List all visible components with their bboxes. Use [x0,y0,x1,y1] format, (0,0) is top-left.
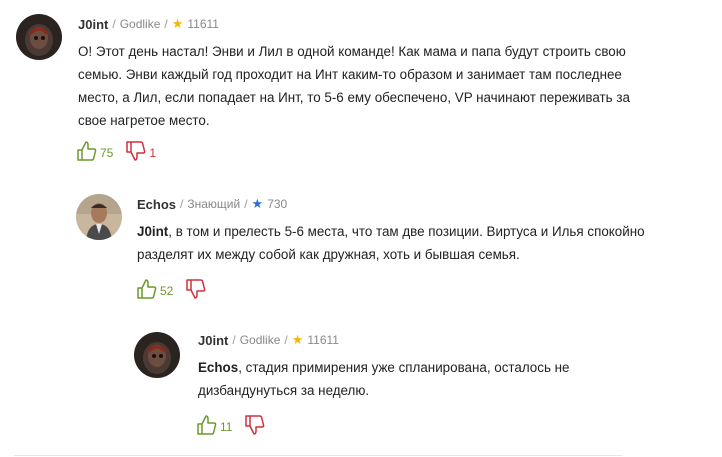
thumbs-up-icon [137,279,157,299]
comment-text: Echos, стадия примирения уже спланирован… [198,356,618,402]
dislike-button[interactable] [185,278,209,300]
vote-controls: 11 [196,414,268,436]
dislike-count: 1 [149,146,157,160]
like-button[interactable]: 52 [136,278,173,300]
vote-controls: 75 1 [76,140,156,162]
star-icon: ★ [251,196,264,211]
like-count: 75 [100,146,114,160]
author-name[interactable]: J0int [78,17,108,32]
comment-body: , стадия примирения уже спланирована, ос… [198,360,570,398]
comment: J0int / Godlike / ★ 11611 Echos, стадия … [134,332,654,444]
author-name[interactable]: J0int [198,333,228,348]
thumbs-down-icon [245,415,265,435]
avatar[interactable] [76,194,122,240]
mention-link[interactable]: J0int [137,224,168,239]
like-count: 11 [220,420,233,434]
user-rating: 730 [267,197,288,211]
avatar[interactable] [134,332,180,378]
author-name[interactable]: Echos [137,197,176,212]
user-rank: Знающий [187,197,241,211]
dislike-button[interactable] [244,414,268,436]
separator: / [232,333,236,347]
divider [14,455,622,456]
separator: / [164,17,168,31]
user-rank: Godlike [239,333,281,347]
separator: / [244,197,248,211]
user-rating: 11611 [187,17,219,31]
thumbs-down-icon [126,141,146,161]
comment-meta: Echos / Знающий / ★ 730 [137,196,287,212]
like-button[interactable]: 75 [76,140,113,162]
separator: / [284,333,288,347]
comment-meta: J0int / Godlike / ★ 11611 [198,332,339,348]
thumbs-up-icon [77,141,97,161]
thumbs-up-icon [197,415,217,435]
comment-body: , в том и прелесть 5-6 места, что там дв… [137,224,645,262]
vote-controls: 52 [136,278,209,300]
separator: / [180,197,184,211]
comment-body: О! Этот день настал! Энви и Лил в одной … [78,44,630,128]
like-button[interactable]: 11 [196,414,232,436]
comment-meta: J0int / Godlike / ★ 11611 [78,16,219,32]
comment-text: О! Этот день настал! Энви и Лил в одной … [78,40,658,132]
avatar[interactable] [16,14,62,60]
star-icon: ★ [171,16,184,31]
comment: J0int / Godlike / ★ 11611 О! Этот день н… [16,14,656,164]
user-rank: Godlike [119,17,161,31]
separator: / [112,17,116,31]
thumbs-down-icon [186,279,206,299]
user-rating: 11611 [307,333,339,347]
comment-text: J0int, в том и прелесть 5-6 места, что т… [137,220,657,266]
comment: Echos / Знающий / ★ 730 J0int, в том и п… [76,194,656,314]
dislike-button[interactable]: 1 [125,140,156,162]
star-icon: ★ [291,332,304,347]
mention-link[interactable]: Echos [198,360,238,375]
like-count: 52 [160,284,174,298]
